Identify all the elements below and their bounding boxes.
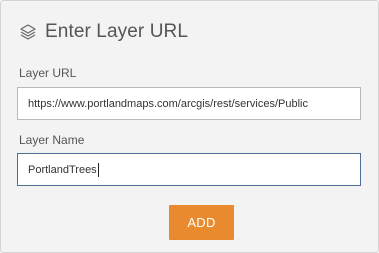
layer-name-input[interactable]: PortlandTrees bbox=[17, 153, 361, 186]
text-cursor bbox=[97, 162, 99, 177]
layer-url-label: Layer URL bbox=[19, 66, 77, 80]
layer-name-value: PortlandTrees bbox=[28, 163, 97, 176]
layer-url-value: https://www.portlandmaps.com/arcgis/rest… bbox=[28, 97, 308, 110]
layers-icon bbox=[19, 23, 37, 41]
panel-header: Enter Layer URL bbox=[19, 19, 188, 45]
layer-name-label: Layer Name bbox=[19, 133, 85, 147]
layer-url-input[interactable]: https://www.portlandmaps.com/arcgis/rest… bbox=[17, 87, 361, 120]
add-layer-panel: Enter Layer URL Layer URL https://www.po… bbox=[0, 0, 379, 253]
panel-title: Enter Layer URL bbox=[45, 21, 189, 42]
add-button[interactable]: ADD bbox=[169, 205, 234, 240]
